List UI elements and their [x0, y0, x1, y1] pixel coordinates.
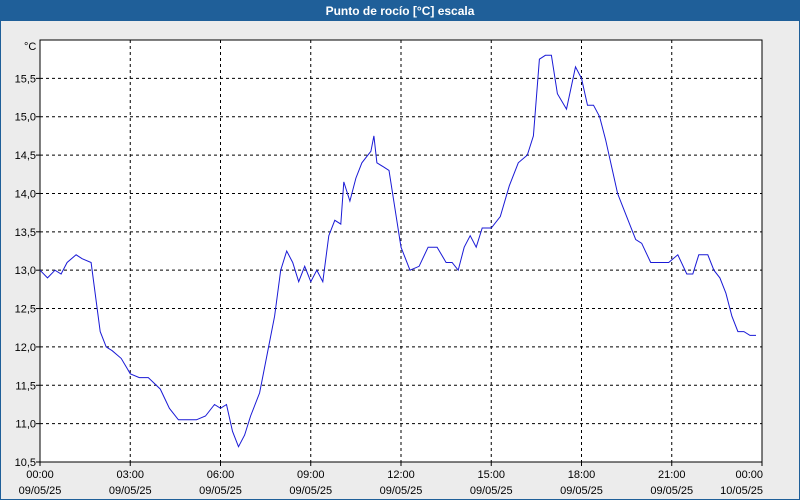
x-tick-date-label: 09/05/25 — [380, 485, 423, 497]
y-tick-label: 12,5 — [15, 304, 36, 316]
y-tick-label: 13,5 — [15, 227, 36, 239]
x-tick-date-label: 09/05/25 — [560, 485, 603, 497]
x-tick-time-label: 06:00 — [207, 469, 235, 481]
y-tick-label: 14,0 — [15, 188, 36, 200]
y-tick-label: 12,0 — [15, 342, 36, 354]
y-tick-label: 10,5 — [15, 457, 36, 469]
y-unit-label: °C — [24, 41, 36, 53]
x-tick-time-label: 03:00 — [116, 469, 144, 481]
x-tick-date-label: 09/05/25 — [470, 485, 513, 497]
y-tick-label: 11,5 — [15, 380, 36, 392]
x-tick-date-label: 09/05/25 — [289, 485, 332, 497]
x-tick-date-label: 09/05/25 — [109, 485, 152, 497]
x-tick-date-label: 09/05/25 — [650, 485, 693, 497]
y-tick-label: 15,0 — [15, 112, 36, 124]
y-tick-label: 13,0 — [15, 265, 36, 277]
x-axis-ticks: 00:00 09/05/25 03:00 09/05/25 06:00 09/05/25 0… — [19, 462, 763, 497]
x-tick-time-label: 00:00 — [26, 469, 54, 481]
x-tick-time-label: 09:00 — [297, 469, 325, 481]
y-tick-label: 15,5 — [15, 73, 36, 85]
y-axis-ticks: 10,5 11,0 11,5 12,0 12,5 13,0 13,5 14,0 14,5 15,0… — [15, 73, 40, 469]
y-tick-label: 11,0 — [15, 419, 36, 431]
x-tick-time-label: 15:00 — [477, 469, 505, 481]
x-tick-date-label: 09/05/25 — [19, 485, 62, 497]
x-tick-time-label: 21:00 — [658, 469, 686, 481]
x-tick-date-label: 09/05/25 — [199, 485, 242, 497]
x-tick-time-label: 12:00 — [387, 469, 415, 481]
x-tick-time-label: 18:00 — [568, 469, 596, 481]
x-tick-time-label: 00:00 — [735, 469, 763, 481]
line-chart: 10,5 11,0 11,5 12,0 12,5 13,0 13,5 14,0 14,5 15,0… — [15, 39, 763, 497]
y-tick-label: 14,5 — [15, 150, 36, 162]
x-tick-date-label: 10/05/25 — [720, 485, 763, 497]
